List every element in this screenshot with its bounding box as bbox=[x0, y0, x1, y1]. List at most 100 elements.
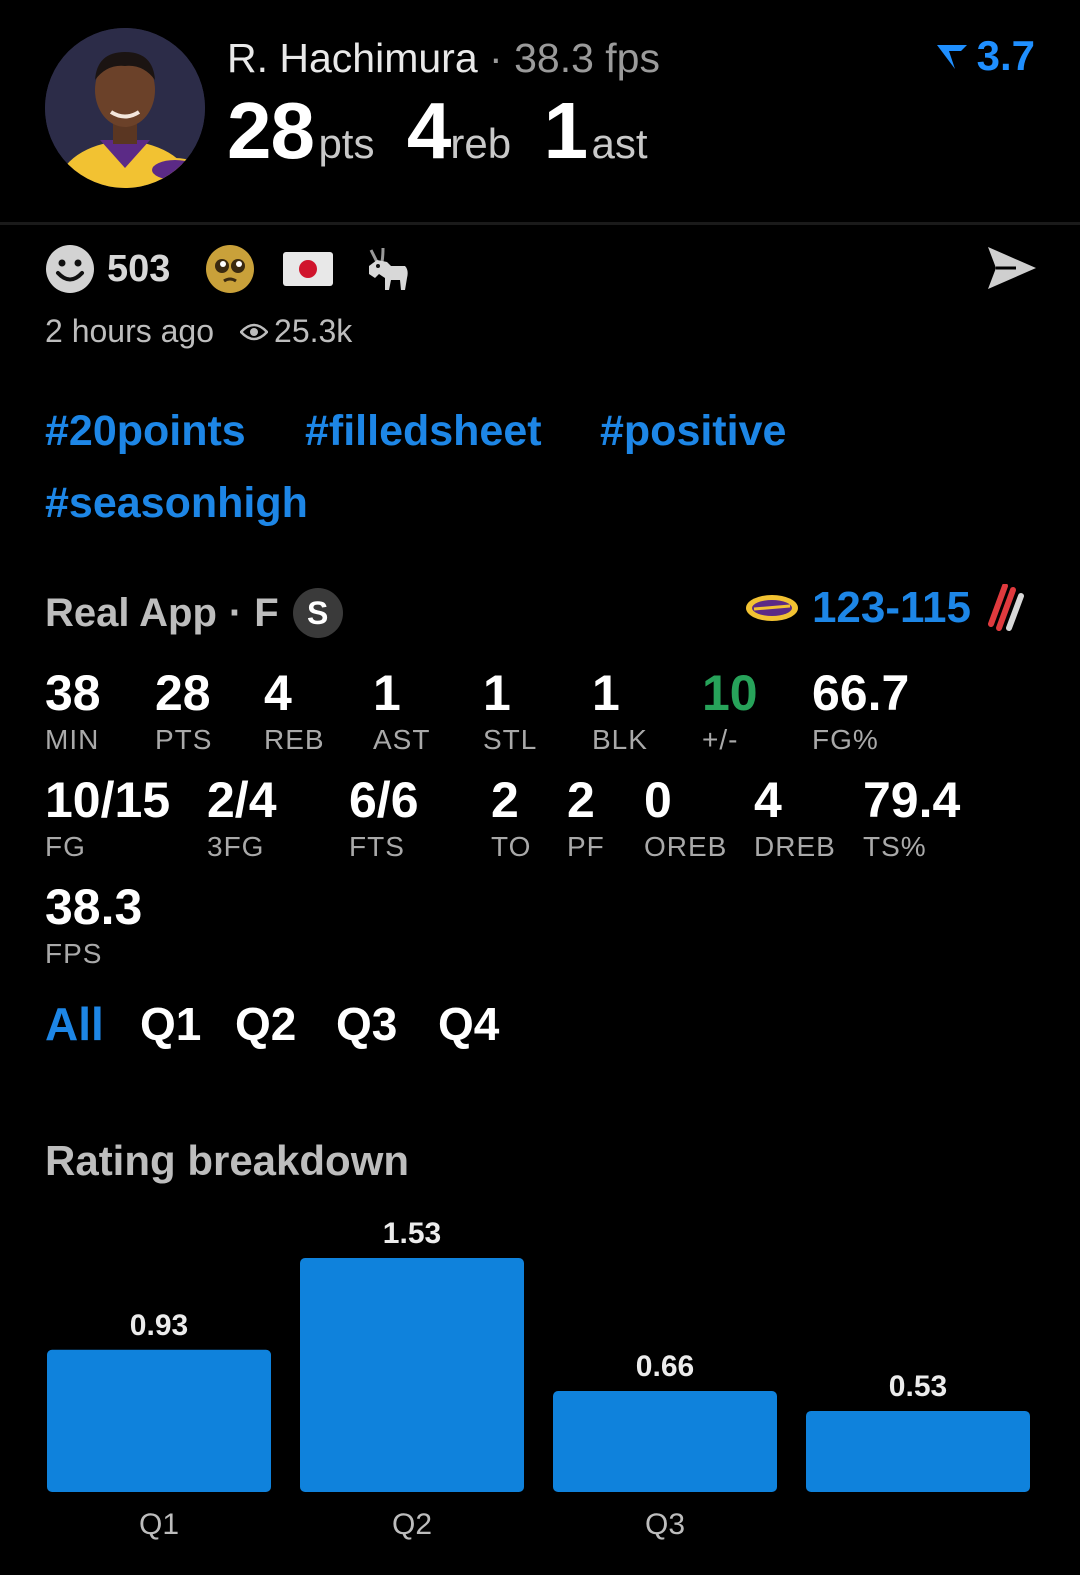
stat-cell: 4 REB bbox=[264, 668, 325, 756]
stat-cell: 1 BLK bbox=[592, 668, 648, 756]
stat-cell: 1 AST bbox=[373, 668, 430, 756]
rating-breakdown-chart: 0.93 Q1 1.53 Q2 0.66 Q3 0.53 bbox=[47, 1217, 1030, 1541]
stat-value: 0 bbox=[644, 772, 672, 828]
stat-label: PTS bbox=[155, 724, 213, 755]
share-icon[interactable] bbox=[986, 245, 1038, 291]
player-rating[interactable]: 3.7 bbox=[935, 32, 1035, 80]
stat-value: 6/6 bbox=[349, 772, 419, 828]
header-divider bbox=[0, 222, 1080, 225]
stat-cell: 2 PF bbox=[567, 775, 605, 863]
smile-icon[interactable] bbox=[45, 244, 95, 294]
bar-value-label: 0.66 bbox=[636, 1350, 694, 1383]
tab-q4[interactable]: Q4 bbox=[438, 997, 499, 1051]
stat-value: 38.3 bbox=[45, 879, 143, 935]
reactions-bar: 503 bbox=[45, 243, 411, 295]
plus-minus-value: 10 bbox=[702, 665, 758, 721]
game-score[interactable]: 123-115 bbox=[744, 583, 1025, 633]
game-source: Real App · F S bbox=[45, 588, 343, 638]
japan-flag-icon[interactable] bbox=[283, 252, 334, 286]
post-time: 2 hours ago bbox=[45, 313, 215, 349]
stat-value: 4 bbox=[754, 772, 782, 828]
hashtag[interactable]: #positive bbox=[600, 407, 786, 456]
x-tick-label: Q2 bbox=[392, 1508, 432, 1541]
stat-label: FG% bbox=[812, 724, 879, 755]
bar-value-label: 0.93 bbox=[130, 1309, 188, 1342]
player-avatar[interactable] bbox=[45, 28, 205, 188]
points-value: 28 bbox=[227, 86, 315, 175]
hashtag[interactable]: #filledsheet bbox=[305, 407, 542, 456]
tab-all[interactable]: All bbox=[45, 997, 104, 1051]
rebounds-unit: reb bbox=[450, 120, 512, 167]
stat-cell: 38.3 FPS bbox=[45, 882, 142, 970]
stat-label: MIN bbox=[45, 724, 100, 755]
stat-cell: 79.4 TS% bbox=[863, 775, 960, 863]
tab-q1[interactable]: Q1 bbox=[140, 997, 201, 1051]
stat-value: 1 bbox=[373, 665, 401, 721]
post-meta: 2 hours ago 25.3k bbox=[45, 313, 352, 350]
stat-cell: 0 OREB bbox=[644, 775, 727, 863]
stat-label: PF bbox=[567, 831, 605, 862]
stat-value: 2 bbox=[567, 772, 595, 828]
stat-value: 79.4 bbox=[863, 772, 961, 828]
final-score: 123-115 bbox=[811, 583, 971, 632]
stat-cell: 2/4 3FG bbox=[207, 775, 277, 863]
stat-cell: 38 MIN bbox=[45, 668, 101, 756]
lakers-logo-icon bbox=[745, 595, 798, 621]
stat-value: 1 bbox=[483, 665, 511, 721]
stat-label: FTS bbox=[349, 831, 405, 862]
stat-cell: 66.7 FG% bbox=[812, 668, 909, 756]
stat-label: DREB bbox=[754, 831, 836, 862]
chart-title: Rating breakdown bbox=[45, 1137, 410, 1184]
stat-cell: 4 DREB bbox=[754, 775, 836, 863]
assists-value: 1 bbox=[543, 86, 588, 175]
fantasy-points: 38.3 fps bbox=[514, 35, 660, 81]
blazers-logo-icon bbox=[988, 584, 1024, 631]
pleading-face-icon[interactable] bbox=[205, 244, 255, 294]
stat-label: TO bbox=[491, 831, 532, 862]
stat-value: 66.7 bbox=[812, 665, 910, 721]
points-unit: pts bbox=[318, 120, 375, 167]
bar-value-label: 0.53 bbox=[889, 1370, 947, 1403]
player-line: R. Hachimura · 38.3 fps bbox=[227, 35, 660, 82]
stat-label: +/- bbox=[702, 724, 739, 755]
rating-icon bbox=[936, 45, 967, 69]
stat-label: TS% bbox=[863, 831, 927, 862]
stat-label: FG bbox=[45, 831, 86, 862]
stat-label: OREB bbox=[644, 831, 728, 862]
chart-bar bbox=[553, 1391, 777, 1492]
stat-label: AST bbox=[373, 724, 431, 755]
hashtag[interactable]: #seasonhigh bbox=[45, 479, 308, 528]
tab-q2[interactable]: Q2 bbox=[235, 997, 296, 1051]
player-photo bbox=[45, 28, 205, 188]
stat-label: BLK bbox=[592, 724, 648, 755]
stat-cell: 10/15 FG bbox=[45, 775, 170, 863]
stat-cell: 2 TO bbox=[491, 775, 531, 863]
stat-cell: 28 PTS bbox=[155, 668, 212, 756]
stat-label: STL bbox=[483, 724, 538, 755]
stat-cell: 1 STL bbox=[483, 668, 537, 756]
hashtag[interactable]: #20points bbox=[45, 407, 246, 456]
rebounds-value: 4 bbox=[406, 86, 451, 175]
stat-cell: 10 +/- bbox=[702, 668, 758, 756]
stat-value: 10/15 bbox=[45, 772, 171, 828]
tab-q3[interactable]: Q3 bbox=[336, 997, 397, 1051]
stat-value: 28 bbox=[155, 665, 211, 721]
headline-stats: 28 pts 4reb 1 ast bbox=[227, 85, 648, 177]
assists-unit: ast bbox=[591, 120, 648, 167]
source-badge: S bbox=[292, 588, 343, 638]
stat-value: 1 bbox=[592, 665, 620, 721]
stat-cell: 6/6 FTS bbox=[349, 775, 419, 863]
stat-value: 38 bbox=[45, 665, 101, 721]
stat-label: FPS bbox=[45, 938, 103, 969]
goat-icon[interactable] bbox=[361, 244, 411, 294]
source-name[interactable]: Real App bbox=[45, 591, 217, 636]
player-name[interactable]: R. Hachimura bbox=[227, 35, 478, 81]
stat-value: 2/4 bbox=[207, 772, 277, 828]
stat-value: 4 bbox=[264, 665, 292, 721]
view-count: 25.3k bbox=[274, 313, 353, 349]
stat-value: 2 bbox=[491, 772, 519, 828]
x-tick-label: Q3 bbox=[645, 1508, 685, 1541]
stat-label: REB bbox=[264, 724, 325, 755]
separator: · bbox=[228, 590, 243, 635]
rating-value: 3.7 bbox=[976, 32, 1035, 79]
